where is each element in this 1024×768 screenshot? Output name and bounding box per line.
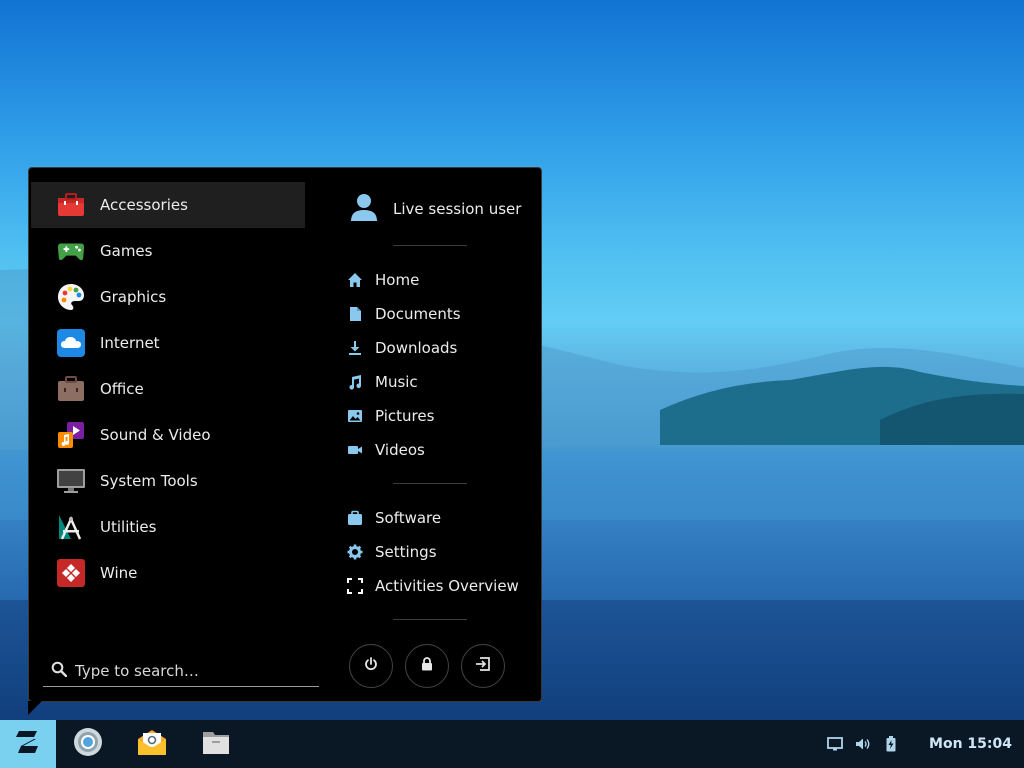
category-internet[interactable]: Internet [31,320,305,366]
display-icon[interactable] [821,737,849,751]
place-videos[interactable]: Videos [347,433,537,467]
power-button[interactable] [349,644,393,688]
item-label: Software [375,509,442,527]
category-label: Office [100,380,144,398]
separator [393,245,467,246]
internet-icon [57,329,85,357]
music-icon [347,374,363,390]
taskbar-app-mail[interactable] [120,720,184,768]
category-utilities[interactable]: Utilities [31,504,305,550]
session-buttons [349,644,517,688]
logout-icon [475,657,491,675]
activities-overview-icon [347,578,363,594]
chromium-icon [73,727,103,761]
places-panel: Live session user Home Documents Downloa… [329,168,541,701]
place-label: Videos [375,441,425,459]
power-icon [364,657,378,675]
battery-icon[interactable] [877,736,905,752]
place-documents[interactable]: Documents [347,297,537,331]
category-games[interactable]: Games [31,228,305,274]
lock-icon [420,657,434,675]
user-account[interactable]: Live session user [349,192,521,226]
taskbar: Mon 15:04 [0,720,1024,768]
search-box [43,655,319,687]
mail-icon [137,728,167,760]
zorin-logo-icon [14,729,42,759]
category-sound-video[interactable]: Sound & Video [31,412,305,458]
separator [393,619,467,620]
category-label: Games [100,242,153,260]
application-menu: Accessories Games Graphics Internet Offi… [28,167,542,702]
sound-video-icon [57,421,85,449]
category-label: System Tools [100,472,198,490]
category-label: Internet [100,334,160,352]
place-label: Music [375,373,418,391]
category-label: Sound & Video [100,426,211,444]
start-menu-button[interactable] [0,720,56,768]
place-label: Documents [375,305,461,323]
lock-button[interactable] [405,644,449,688]
item-software[interactable]: Software [347,501,537,535]
category-graphics[interactable]: Graphics [31,274,305,320]
system-tools-icon [57,467,85,495]
system-tray: Mon 15:04 [821,720,1024,768]
software-icon [347,510,363,526]
files-icon [201,728,231,760]
category-label: Accessories [100,196,188,214]
clock[interactable]: Mon 15:04 [929,736,1012,752]
item-settings[interactable]: Settings [347,535,537,569]
place-label: Downloads [375,339,458,357]
category-wine[interactable]: Wine [31,550,305,596]
category-label: Wine [100,564,138,582]
office-icon [57,375,85,403]
item-label: Activities Overview [375,577,519,595]
settings-icon [347,544,363,560]
accessories-icon [57,191,85,219]
taskbar-app-chromium[interactable] [56,720,120,768]
place-pictures[interactable]: Pictures [347,399,537,433]
category-label: Utilities [100,518,157,536]
games-icon [57,237,85,265]
wine-icon [57,559,85,587]
taskbar-app-files[interactable] [184,720,248,768]
place-music[interactable]: Music [347,365,537,399]
videos-icon [347,442,363,458]
search-icon [51,661,68,681]
volume-icon[interactable] [849,737,877,751]
place-downloads[interactable]: Downloads [347,331,537,365]
menu-pointer [28,701,42,715]
user-name: Live session user [393,200,522,218]
category-list: Accessories Games Graphics Internet Offi… [31,182,305,596]
place-home[interactable]: Home [347,263,537,297]
item-label: Settings [375,543,437,561]
item-activities-overview[interactable]: Activities Overview [347,569,537,603]
category-system-tools[interactable]: System Tools [31,458,305,504]
place-label: Home [375,271,420,289]
home-icon [347,272,363,288]
places-list: Home Documents Downloads Music Pictures … [347,263,537,467]
category-label: Graphics [100,288,167,306]
category-office[interactable]: Office [31,366,305,412]
pictures-icon [347,408,363,424]
separator [393,483,467,484]
utilities-icon [57,513,85,541]
category-accessories[interactable]: Accessories [31,182,305,228]
search-input[interactable] [75,661,295,680]
documents-icon [347,306,363,322]
place-label: Pictures [375,407,435,425]
logout-button[interactable] [461,644,505,688]
downloads-icon [347,340,363,356]
system-list: Software Settings Activities Overview [347,501,537,603]
graphics-icon [57,283,85,311]
user-icon [349,192,379,226]
